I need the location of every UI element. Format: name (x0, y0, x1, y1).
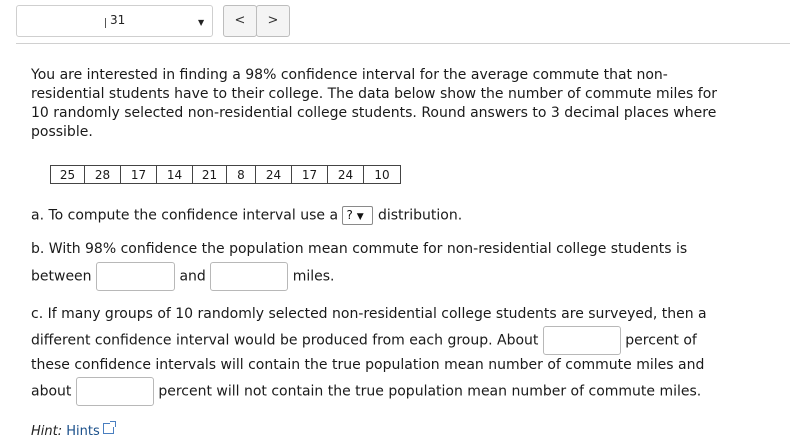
data-cell: 10 (363, 165, 401, 184)
percent-not-contain-input[interactable] (75, 377, 154, 406)
part-c-line-4-suffix: percent will not contain the true popula… (158, 383, 702, 400)
question-select[interactable]: 31 ▼ (16, 5, 213, 37)
distribution-select-value: ? (346, 208, 353, 222)
part-c-line-2-suffix: percent of (625, 332, 697, 349)
part-c-line-2-prefix: different confidence interval would be p… (31, 332, 539, 349)
hint-line: Hint: Hints (31, 421, 116, 439)
chevron-down-icon: ▼ (198, 18, 205, 27)
and-label: and (179, 268, 206, 285)
part-c-line-1: c. If many groups of 10 randomly selecte… (31, 306, 707, 322)
data-table: 25 28 17 14 21 8 24 17 24 10 (50, 165, 401, 184)
part-b-line-1: b. With 98% confidence the population me… (31, 241, 688, 257)
lower-bound-input[interactable] (96, 262, 175, 291)
part-a-suffix: distribution. (377, 207, 463, 224)
data-cell: 14 (156, 165, 193, 184)
part-b-line-2: between and miles. (31, 262, 334, 291)
part-c-line-4-prefix: about (31, 383, 72, 400)
hints-link[interactable]: Hints (66, 424, 100, 439)
data-cell: 8 (226, 165, 256, 184)
data-cell: 24 (255, 165, 292, 184)
select-tick (105, 18, 106, 28)
between-label: between (31, 268, 92, 285)
part-c-line-3: these confidence intervals will contain … (31, 357, 705, 373)
question-number: 31 (110, 13, 126, 27)
table-row: 25 28 17 14 21 8 24 17 24 10 (50, 165, 401, 184)
distribution-select[interactable]: ? ▼ (342, 206, 374, 225)
part-a-line: a. To compute the confidence interval us… (31, 206, 462, 225)
external-link-icon (102, 421, 116, 434)
data-cell: 28 (84, 165, 121, 184)
data-cell: 24 (327, 165, 364, 184)
chevron-down-icon: ▼ (356, 212, 364, 222)
hint-label: Hint: (31, 424, 63, 439)
next-question-button[interactable]: > (256, 5, 290, 37)
question-intro: You are interested in finding a 98% conf… (31, 67, 718, 140)
data-cell: 21 (192, 165, 227, 184)
percent-contain-input[interactable] (542, 326, 621, 355)
previous-question-button[interactable]: < (223, 5, 257, 37)
miles-label: miles. (292, 268, 335, 285)
question-nav-bar: 31 ▼ < > (16, 5, 790, 44)
part-c-line-4: about percent will not contain the true … (31, 377, 701, 406)
part-c-line-2: different confidence interval would be p… (31, 326, 697, 355)
upper-bound-input[interactable] (210, 262, 289, 291)
data-cell: 17 (291, 165, 328, 184)
part-a-prefix: a. To compute the confidence interval us… (31, 207, 339, 224)
data-cell: 25 (50, 165, 85, 184)
data-cell: 17 (120, 165, 157, 184)
